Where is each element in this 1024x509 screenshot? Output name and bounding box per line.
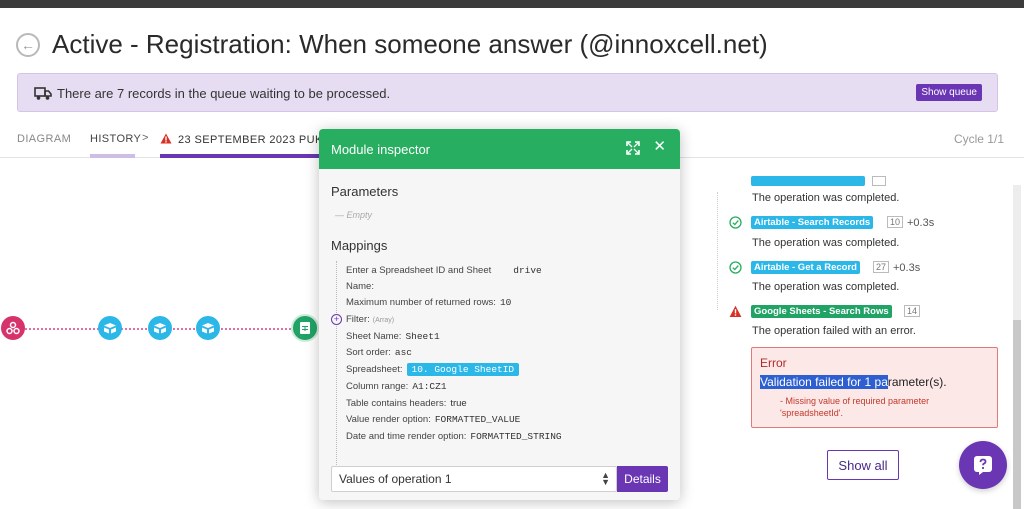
- select-caret-icon: ▲ ▼: [601, 470, 610, 487]
- mappings-heading: Mappings: [331, 238, 388, 253]
- tab-diagram[interactable]: DIAGRAM: [17, 133, 71, 145]
- details-button[interactable]: Details: [617, 466, 668, 492]
- cycle-indicator: Cycle 1/1: [953, 132, 1004, 146]
- mappings-rail: [336, 261, 337, 483]
- module-tag-airtable[interactable]: Airtable - Search Records: [751, 216, 874, 229]
- mapping-row: Maximum number of returned rows: 10: [346, 297, 512, 308]
- show-all-button[interactable]: Show all: [827, 450, 899, 480]
- webhook-module-icon[interactable]: [1, 316, 25, 340]
- op-time: +0.3s: [893, 262, 921, 274]
- check-circle-icon: [729, 216, 742, 229]
- module-tag-airtable[interactable]: Airtable - Get a Record: [751, 261, 860, 274]
- show-queue-button[interactable]: Show queue: [916, 84, 982, 101]
- warning-icon: [729, 305, 742, 317]
- op-count: 27: [873, 261, 890, 273]
- mapping-row: Spreadsheet: 10. Google SheetID: [346, 363, 520, 376]
- parameters-empty: — Empty: [335, 210, 373, 220]
- help-chat-button[interactable]: [959, 441, 1007, 489]
- inspector-header: Module inspector ✕: [319, 129, 680, 169]
- run-label: 23 SEPTEMBER 2023 PUKUL: [178, 134, 338, 146]
- truck-icon: [34, 87, 52, 100]
- browser-top-bar: [0, 0, 1024, 8]
- op-time: +0.3s: [907, 217, 935, 229]
- help-icon: [974, 456, 992, 475]
- mapping-row: Table contains headers: true: [346, 398, 467, 409]
- run-tab-indicator: [160, 154, 320, 158]
- mapping-row: Sheet Name: Sheet1: [346, 331, 440, 342]
- inspector-body: Parameters — Empty Mappings Enter a Spre…: [319, 169, 680, 500]
- mapping-row: Column range: A1:CZ1: [346, 381, 447, 392]
- error-detail: - Missing value of required parameter 's…: [780, 396, 930, 418]
- mapping-row: Value render option: FORMATTED_VALUE: [346, 414, 521, 425]
- inspector-title: Module inspector: [331, 142, 430, 157]
- module-tag-partial: [751, 176, 865, 186]
- airtable-module-icon[interactable]: [98, 316, 122, 340]
- op-count-partial: [872, 176, 886, 186]
- expand-filter-icon[interactable]: +: [331, 314, 342, 325]
- error-message: Validation failed for 1 parameter(s).: [760, 375, 947, 389]
- op-message: The operation was completed.: [752, 281, 900, 293]
- queue-banner: There are 7 records in the queue waiting…: [17, 73, 998, 112]
- history-tab-indicator: [90, 154, 135, 158]
- op-message: The operation failed with an error.: [752, 325, 916, 337]
- module-inspector: Module inspector ✕ Parameters — Empty Ma…: [319, 129, 680, 500]
- page-title: Active - Registration: When someone answ…: [52, 29, 768, 59]
- queue-message: There are 7 records in the queue waiting…: [57, 86, 391, 101]
- check-circle-icon: [729, 261, 742, 274]
- close-icon[interactable]: ✕: [653, 139, 666, 154]
- spreadsheet-id-pill: 10. Google SheetID: [406, 363, 520, 376]
- operation-select[interactable]: Values of operation 1 ▲ ▼: [331, 466, 617, 492]
- tab-history[interactable]: HISTORY: [90, 133, 141, 145]
- mapping-row: Name:: [346, 281, 374, 292]
- expand-icon[interactable]: [626, 141, 640, 155]
- google-sheets-module-icon[interactable]: [291, 314, 319, 342]
- op-message: The operation was completed.: [752, 192, 900, 204]
- warning-icon: [160, 133, 172, 144]
- op-message: The operation was completed.: [752, 237, 900, 249]
- scrollbar-thumb[interactable]: [1013, 320, 1021, 509]
- breadcrumb-separator: >: [142, 132, 149, 144]
- mapping-row: Filter: (Array): [346, 314, 395, 325]
- scenario-diagram: [0, 300, 320, 360]
- parameters-heading: Parameters: [331, 184, 399, 199]
- op-count: 10: [887, 216, 904, 228]
- mapping-row: Date and time render option: FORMATTED_ST…: [346, 431, 562, 442]
- airtable-module-icon[interactable]: [196, 316, 220, 340]
- airtable-module-icon[interactable]: [148, 316, 172, 340]
- mapping-row: Sort order: asc: [346, 347, 412, 358]
- module-tag-google-sheets[interactable]: Google Sheets - Search Rows: [751, 305, 892, 318]
- error-title: Error: [760, 356, 787, 370]
- mapping-row: Enter a Spreadsheet ID and Sheet drive: [346, 265, 542, 276]
- error-box: Error Validation failed for 1 parameter(…: [751, 347, 998, 428]
- back-arrow-icon[interactable]: ←: [16, 33, 40, 57]
- tab-run[interactable]: 23 SEPTEMBER 2023 PUKUL: [160, 133, 338, 146]
- op-count: 14: [904, 305, 921, 317]
- log-rail: [717, 192, 718, 310]
